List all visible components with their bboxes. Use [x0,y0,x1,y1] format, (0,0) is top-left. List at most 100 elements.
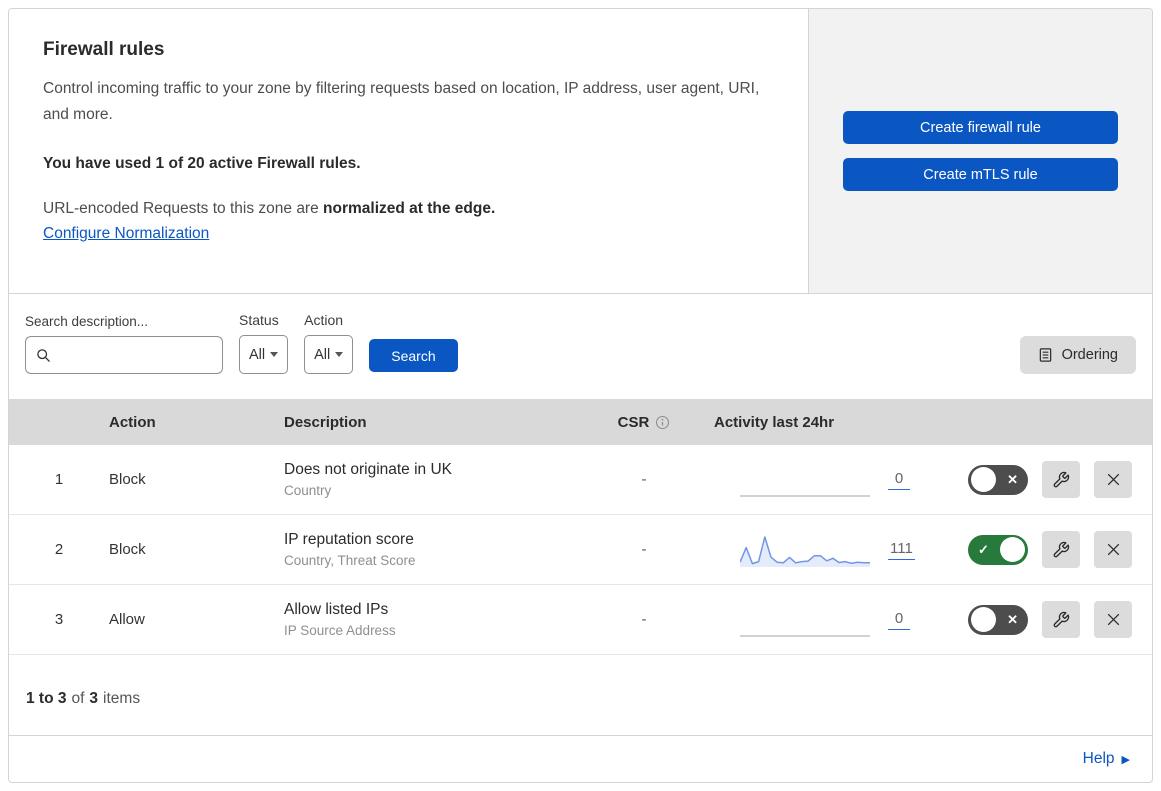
rule-controls: ✓ ✕ [964,531,1152,568]
search-box[interactable] [25,336,223,374]
items-range: 1 to 3 [26,689,67,707]
rule-activity-cell: 0 [704,601,964,639]
status-filter-group: Status All [239,312,289,374]
table-row: 3 Allow Allow listed IPs IP Source Addre… [9,585,1152,655]
rule-action: Allow [109,611,145,628]
items-total: 3 [89,689,99,707]
filter-bar: Search description... Status All Action … [9,294,1152,399]
rule-csr-value: - [641,541,647,558]
rule-enabled-toggle[interactable]: ✓ ✕ [968,464,1028,495]
search-label: Search description... [25,314,149,329]
configure-normalization-link[interactable]: Configure Normalization [43,225,209,242]
close-icon [1107,543,1119,556]
rule-csr-value: - [641,471,647,488]
help-label: Help [1082,750,1115,767]
column-header-description: Description [284,413,367,431]
rule-enabled-toggle[interactable]: ✓ ✕ [968,604,1028,635]
chevron-down-icon [335,352,344,357]
rule-fields: IP Source Address [284,623,396,638]
activity-count-link[interactable]: 111 [888,540,915,560]
items-label: items [103,689,141,707]
page-title: Firewall rules [43,39,165,60]
activity-sparkline [740,535,870,567]
activity-sparkline [740,494,870,497]
close-icon [1107,473,1119,486]
rule-enabled-toggle[interactable]: ✓ ✕ [968,534,1028,565]
action-panel: Create firewall rule Create mTLS rule [809,9,1152,293]
firewall-rules-panel: Firewall rules Control incoming traffic … [8,8,1153,783]
normalization-prefix: URL-encoded Requests to this zone are [43,200,324,217]
table-row: 2 Block IP reputation score Country, Thr… [9,515,1152,585]
header-section: Firewall rules Control incoming traffic … [9,9,1152,294]
rule-csr-value: - [641,611,647,628]
action-label: Action [304,312,344,328]
header-content: Firewall rules Control incoming traffic … [9,9,809,293]
rule-action: Block [109,541,146,558]
status-selected-value: All [249,346,266,363]
rule-controls: ✓ ✕ [964,461,1152,498]
rule-description: Does not originate in UK [284,461,453,478]
ordering-button[interactable]: Ordering [1019,336,1136,374]
rule-priority: 3 [54,611,64,628]
action-filter-group: Action All [304,312,354,374]
search-icon [37,348,50,362]
table-header: Action Description CSR Activity last 24h… [9,399,1152,445]
wrench-icon [1053,541,1070,557]
normalization-bold: normalized at the edge. [323,200,496,217]
delete-rule-button[interactable] [1094,461,1132,498]
activity-count-link[interactable]: 0 [888,610,910,630]
toggle-knob [1000,537,1025,562]
rule-priority: 1 [54,471,64,488]
status-select[interactable]: All [239,335,289,374]
x-icon: ✕ [1007,471,1018,487]
column-header-action: Action [109,413,156,431]
action-select[interactable]: All [304,335,354,374]
rule-priority: 2 [54,541,64,558]
close-icon [1107,613,1119,626]
edit-rule-button[interactable] [1042,601,1080,638]
chevron-down-icon [270,352,279,357]
info-icon[interactable] [655,415,670,430]
rule-fields: Country [284,483,332,498]
column-header-csr: CSR [584,414,704,431]
toggle-knob [971,467,996,492]
search-field-group: Search description... [25,314,223,374]
pagination-summary: 1 to 3 of 3 items [9,662,1152,736]
search-button[interactable]: Search [369,339,458,372]
ordering-list-icon [1039,348,1051,362]
create-mtls-rule-button[interactable]: Create mTLS rule [843,158,1118,191]
help-link[interactable]: Help ▶ [1083,750,1130,768]
arrow-right-icon: ▶ [1121,753,1130,766]
search-input[interactable] [57,347,212,363]
table-row: 1 Block Does not originate in UK Country… [9,445,1152,515]
help-bar: Help ▶ [9,736,1152,782]
delete-rule-button[interactable] [1094,601,1132,638]
activity-sparkline [740,634,870,637]
rule-description: IP reputation score [284,531,414,548]
action-selected-value: All [314,346,331,363]
rule-description-cell: Does not originate in UK Country [284,461,584,498]
rule-activity-cell: 0 [704,461,964,499]
delete-rule-button[interactable] [1094,531,1132,568]
page-description: Control incoming traffic to your zone by… [43,80,760,123]
column-header-activity: Activity last 24hr [714,413,835,431]
rule-action: Block [109,471,146,488]
edit-rule-button[interactable] [1042,531,1080,568]
wrench-icon [1053,471,1070,487]
wrench-icon [1053,611,1070,627]
activity-count-link[interactable]: 0 [888,470,910,490]
items-of-label: of [71,689,85,707]
x-icon: ✕ [1007,611,1018,627]
toggle-knob [971,607,996,632]
ordering-button-label: Ordering [1061,347,1118,363]
rule-controls: ✓ ✕ [964,601,1152,638]
rule-activity-cell: 111 [704,531,964,569]
csr-header-label: CSR [617,413,650,431]
rule-fields: Country, Threat Score [284,553,416,568]
check-icon: ✓ [978,541,989,557]
rule-description-cell: Allow listed IPs IP Source Address [284,601,584,638]
create-firewall-rule-button[interactable]: Create firewall rule [843,111,1118,144]
edit-rule-button[interactable] [1042,461,1080,498]
usage-text: You have used 1 of 20 active Firewall ru… [43,155,361,172]
table-empty-space [9,655,1152,662]
